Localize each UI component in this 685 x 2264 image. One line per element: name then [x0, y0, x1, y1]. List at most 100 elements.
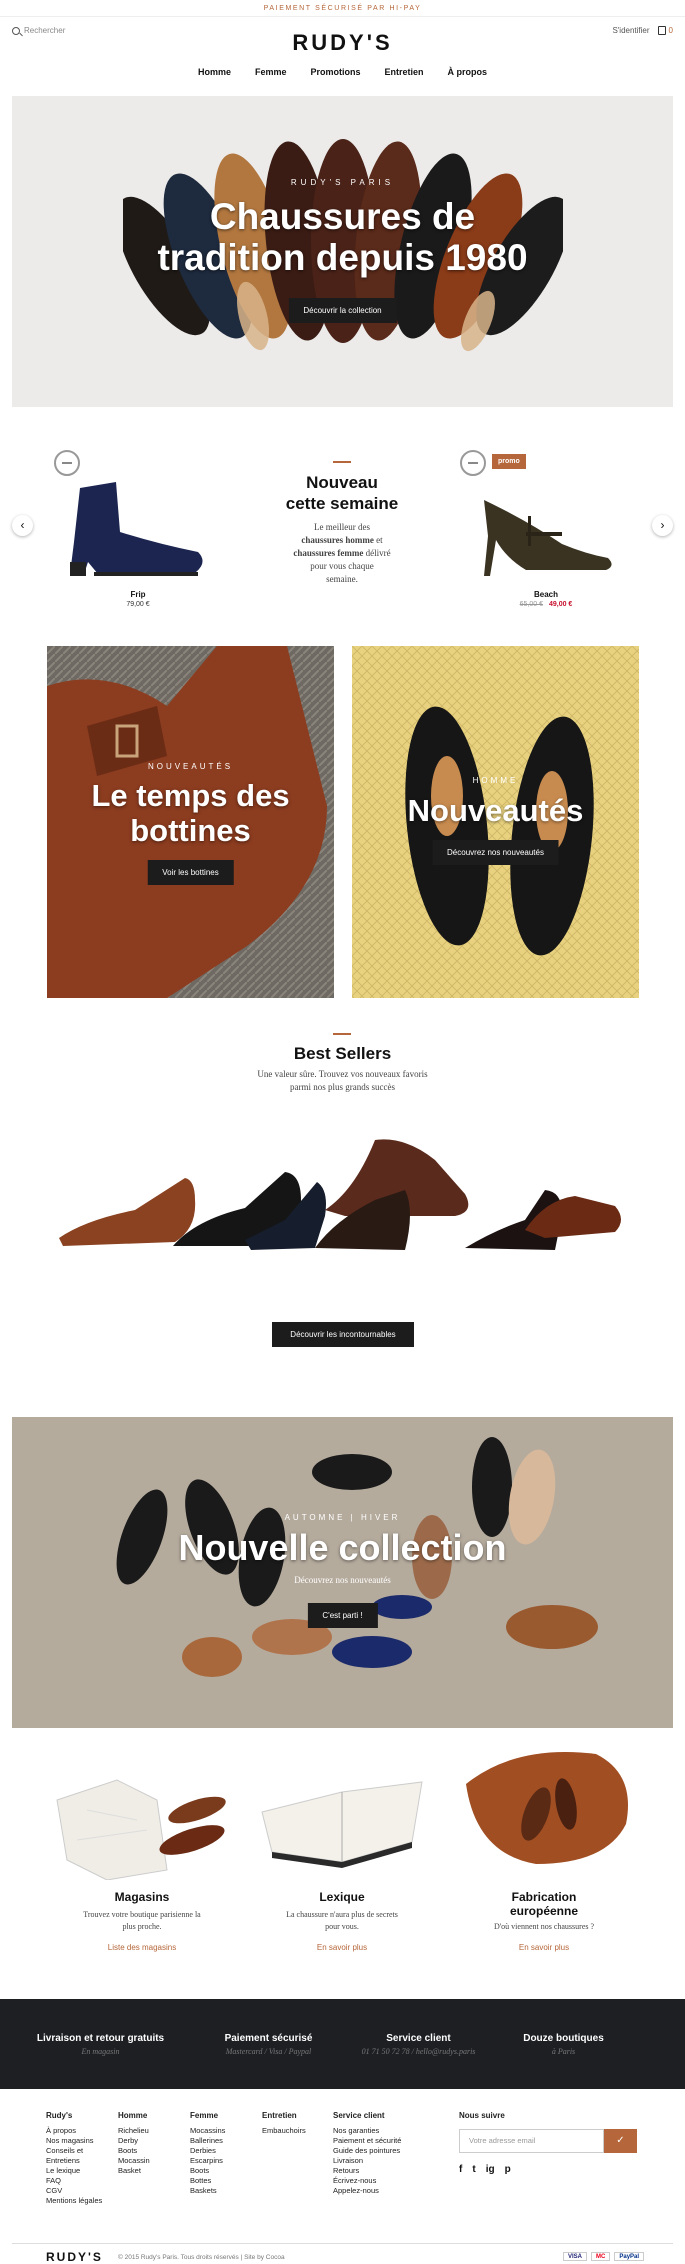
- bestsellers-title: Best Sellers: [293, 1044, 392, 1063]
- footer-link[interactable]: Nos magasins: [46, 2136, 114, 2146]
- nav-item-femme[interactable]: Femme: [255, 67, 287, 77]
- discover-new-button[interactable]: Découvrez nos nouveautés: [432, 840, 559, 865]
- footer-link[interactable]: Bottes: [190, 2176, 258, 2186]
- footer-link[interactable]: Ballerines: [190, 2136, 258, 2146]
- footer-link[interactable]: Basket: [118, 2166, 186, 2176]
- product-price: 65,00 € 49,00 €: [466, 601, 626, 608]
- desc-delivered: délivré: [365, 548, 391, 558]
- hero-banner: RUDY'S PARIS Chaussures de tradition dep…: [12, 96, 673, 407]
- site-logo[interactable]: RUDY'S: [0, 30, 685, 56]
- pinterest-icon[interactable]: p: [505, 2165, 511, 2175]
- footer-link[interactable]: Écrivez-nous: [333, 2176, 405, 2186]
- desc-bold-femme: chaussures femme: [293, 548, 364, 558]
- collection-kicker: AUTOMNE | HIVER: [284, 1513, 401, 1522]
- footer-divider: [12, 2243, 673, 2244]
- login-link[interactable]: S'identifier: [612, 26, 649, 35]
- footer-link[interactable]: Livraison: [333, 2156, 405, 2166]
- footer-link[interactable]: À propos: [46, 2126, 114, 2136]
- lexicon-link[interactable]: En savoir plus: [247, 1943, 437, 1952]
- collection-shoes-image: [12, 1417, 673, 1728]
- category-desc-line: La chaussure n'aura plus de secrets: [286, 1910, 398, 1919]
- carousel-prev-button[interactable]: ‹: [12, 515, 33, 536]
- wishlist-icon[interactable]: [54, 450, 80, 476]
- footer-col-title: Femme: [190, 2111, 219, 2120]
- footer-link[interactable]: Boots: [190, 2166, 258, 2176]
- footer-link[interactable]: Le lexique: [46, 2166, 114, 2176]
- nav-item-promotions[interactable]: Promotions: [311, 67, 361, 77]
- footer-link[interactable]: Derby: [118, 2136, 186, 2146]
- footer-link[interactable]: Mentions légales: [46, 2196, 114, 2206]
- newsletter-title: Nous suivre: [459, 2111, 505, 2120]
- bestsellers-shoes-image: [59, 1139, 621, 1250]
- footer-logo[interactable]: RUDY'S: [46, 2250, 103, 2264]
- desc-bold-homme: chaussures homme: [301, 535, 374, 545]
- product-name: Frip: [130, 590, 146, 599]
- newsletter-submit-button[interactable]: ✓: [604, 2129, 637, 2153]
- newsletter-email-input[interactable]: Votre adresse email: [459, 2129, 604, 2153]
- feature-title: Paiement sécurisé: [224, 2033, 313, 2044]
- manufacturing-link[interactable]: En savoir plus: [449, 1943, 639, 1952]
- footer-link[interactable]: Mocassins: [190, 2126, 258, 2136]
- product-image-beach: [484, 500, 612, 576]
- footer-link[interactable]: Richelieu: [118, 2126, 186, 2136]
- category-card-fabrication[interactable]: Fabrication européenne D'où viennent nos…: [449, 1890, 639, 1952]
- footer-col-service: Service client Nos garanties Paiement et…: [333, 2111, 405, 2196]
- feature-sub: à Paris: [551, 2047, 576, 2056]
- footer-link[interactable]: Escarpins: [190, 2156, 258, 2166]
- shopping-bag-icon: [657, 26, 666, 35]
- footer-link[interactable]: FAQ: [46, 2176, 114, 2186]
- category-card-magasins[interactable]: Magasins Trouvez votre boutique parisien…: [47, 1890, 237, 1952]
- desc-line: semaine.: [326, 574, 358, 584]
- visa-icon: VISA: [563, 2252, 588, 2261]
- category-desc-line: plus proche.: [122, 1922, 162, 1931]
- tile-kicker: NOUVEAUTÉS: [147, 762, 234, 771]
- product-card-frip[interactable]: Frip 79,00 €: [54, 450, 218, 608]
- footer-link[interactable]: Appelez-nous: [333, 2186, 405, 2196]
- new-title-line-2: cette semaine: [285, 494, 399, 513]
- discover-collection-button[interactable]: Découvrir la collection: [288, 298, 397, 323]
- feature-title: Douze boutiques: [523, 2033, 604, 2044]
- desc-and: et: [376, 535, 383, 545]
- bestsellers-desc-line-1: Une valeur sûre. Trouvez vos nouveaux fa…: [257, 1069, 428, 1079]
- footer-link[interactable]: Nos garanties: [333, 2126, 405, 2136]
- discover-bestsellers-button[interactable]: Découvrir les incontournables: [272, 1322, 414, 1347]
- footer-link[interactable]: CGV: [46, 2186, 114, 2196]
- instagram-icon[interactable]: ig: [486, 2165, 495, 2175]
- footer-col-title: Service client: [333, 2111, 385, 2120]
- nav-item-entretien[interactable]: Entretien: [385, 67, 424, 77]
- lets-go-button[interactable]: C'est parti !: [307, 1603, 378, 1628]
- leather-image: [466, 1752, 628, 1864]
- category-desc-line: pour vous.: [325, 1922, 359, 1931]
- feature-secure-payment: Paiement sécurisé Mastercard / Visa / Pa…: [183, 2033, 354, 2056]
- footer-col-title: Homme: [118, 2111, 148, 2120]
- footer-link[interactable]: Mocassin: [118, 2156, 186, 2166]
- nav-item-a-propos[interactable]: À propos: [448, 67, 488, 77]
- social-links: f t ig p: [459, 2165, 639, 2175]
- category-card-lexique[interactable]: Lexique La chaussure n'aura plus de secr…: [247, 1890, 437, 1952]
- facebook-icon[interactable]: f: [459, 2165, 462, 2175]
- cart-button[interactable]: 0: [657, 26, 673, 35]
- wishlist-icon[interactable]: [460, 450, 486, 476]
- category-title: Magasins: [114, 1890, 170, 1904]
- nav-item-homme[interactable]: Homme: [198, 67, 231, 77]
- footer-link[interactable]: Baskets: [190, 2186, 258, 2196]
- features-band: Livraison et retour gratuits En magasin …: [0, 1999, 685, 2089]
- promo-tile-homme[interactable]: HOMME Nouveautés Découvrez nos nouveauté…: [352, 646, 639, 998]
- stores-list-link[interactable]: Liste des magasins: [47, 1943, 237, 1952]
- twitter-icon[interactable]: t: [472, 2165, 475, 2175]
- collection-banner: AUTOMNE | HIVER Nouvelle collection Déco…: [12, 1417, 673, 1728]
- product-card-beach[interactable]: promo Beach 65,00 € 49,00 €: [460, 450, 626, 608]
- carousel-next-button[interactable]: ›: [652, 515, 673, 536]
- see-boots-button[interactable]: Voir les bottines: [147, 860, 234, 885]
- footer-link[interactable]: Paiement et sécurité: [333, 2136, 405, 2146]
- footer-link[interactable]: Conseils et Entretiens: [46, 2146, 114, 2166]
- promo-tag: promo: [492, 454, 526, 469]
- tile-title: Nouveautés: [407, 793, 584, 828]
- footer-link[interactable]: Derbies: [190, 2146, 258, 2156]
- footer-link[interactable]: Boots: [118, 2146, 186, 2156]
- footer-link[interactable]: Guide des pointures: [333, 2146, 405, 2156]
- footer-link[interactable]: Retours: [333, 2166, 405, 2176]
- promo-tile-boots[interactable]: NOUVEAUTÉS Le temps des bottines Voir le…: [47, 646, 334, 998]
- footer-link[interactable]: Embauchoirs: [262, 2126, 330, 2136]
- product-price: 79,00 €: [126, 601, 150, 608]
